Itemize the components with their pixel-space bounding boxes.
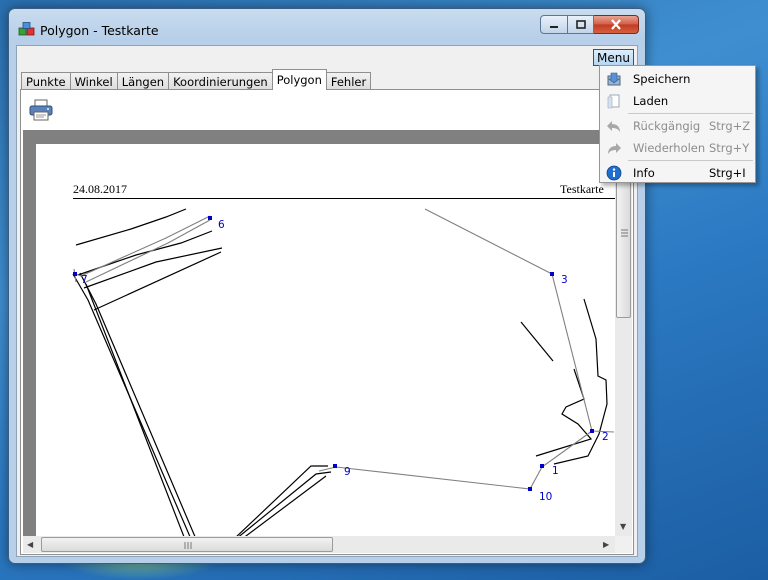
map-line — [83, 247, 223, 289]
menu-item-label: Rückgängig — [633, 119, 701, 133]
menu-item-speichern[interactable]: Speichern — [600, 68, 755, 90]
map-drawing: 1 2 3 6 7 9 10 — [72, 208, 615, 536]
traverse-points — [73, 216, 594, 491]
menu-item-label: Speichern — [633, 72, 691, 86]
menu-item-shortcut: Strg+I — [709, 166, 746, 180]
grip-icon — [621, 229, 628, 237]
map-line — [244, 475, 327, 536]
client-area: Menu Punkte Winkel Längen Koordinierunge… — [16, 45, 638, 557]
main-window: Polygon - Testkarte Menu Punkte Winkel L… — [8, 8, 646, 564]
map-line — [75, 208, 187, 246]
traverse-point-label: 6 — [218, 219, 225, 231]
window-title: Polygon - Testkarte — [40, 23, 159, 38]
map-line — [236, 465, 328, 536]
map-line — [72, 273, 191, 536]
traverse-point-label: 3 — [561, 274, 568, 286]
menu-item-label: Info — [633, 166, 655, 180]
tab-winkel[interactable]: Winkel — [69, 72, 118, 90]
maximize-button[interactable] — [568, 15, 594, 34]
menu-item-label: Laden — [633, 94, 669, 108]
print-button[interactable] — [27, 96, 55, 124]
menu-separator — [628, 113, 753, 114]
caption-buttons — [540, 15, 639, 34]
menu-item-laden[interactable]: Laden — [600, 90, 755, 112]
polygon-edge — [85, 219, 211, 283]
tab-strip: Punkte Winkel Längen Koordinierungen Pol… — [21, 69, 372, 90]
traverse-point-label: 1 — [552, 465, 559, 477]
traverse-point-marker — [590, 429, 594, 433]
horizontal-scrollbar[interactable]: ◀ ▶ — [23, 536, 615, 553]
close-button[interactable] — [594, 15, 639, 34]
save-icon — [606, 71, 622, 87]
polygon-traverse — [73, 208, 615, 490]
traverse-point-label: 10 — [539, 491, 552, 503]
app-cubes-icon — [18, 22, 35, 36]
redo-icon — [606, 140, 622, 156]
info-icon — [606, 165, 622, 181]
traverse-point-marker — [333, 464, 337, 468]
polygon-edge — [318, 430, 593, 490]
scroll-down-arrow-icon[interactable]: ▼ — [620, 522, 626, 531]
toolbar — [23, 92, 623, 128]
tab-punkte[interactable]: Punkte — [21, 72, 71, 90]
menu-item-info[interactable]: Info Strg+I — [600, 162, 755, 184]
menu-item-shortcut: Strg+Z — [709, 119, 751, 133]
undo-icon — [606, 118, 622, 134]
menu-item-rueckgaengig[interactable]: Rückgängig Strg+Z — [600, 115, 755, 137]
menu-dropdown: Speichern Laden Rückgängig Strg+Z Wieder… — [599, 65, 756, 183]
printer-icon — [29, 99, 53, 121]
tab-laengen[interactable]: Längen — [116, 72, 170, 90]
polygon-edge — [424, 208, 615, 433]
print-preview-viewport[interactable]: 24.08.2017 Testkarte 1 2 3 6 7 9 10 — [23, 130, 615, 536]
scroll-left-arrow-icon[interactable]: ◀ — [27, 540, 33, 549]
minimize-button[interactable] — [540, 15, 568, 34]
traverse-point-marker — [528, 487, 532, 491]
grip-icon — [184, 542, 192, 549]
map-line — [238, 471, 332, 536]
menu-item-shortcut: Strg+Y — [709, 141, 750, 155]
traverse-point-marker — [550, 272, 554, 276]
polygon-tab-panel: 24.08.2017 Testkarte 1 2 3 6 7 9 10 ▼ ◀ … — [20, 89, 634, 555]
preview-page: 24.08.2017 Testkarte 1 2 3 6 7 9 10 — [36, 144, 615, 536]
horizontal-scroll-thumb[interactable] — [41, 537, 333, 552]
menu-button[interactable]: Menu — [593, 49, 634, 66]
traverse-point-marker — [540, 464, 544, 468]
scroll-right-arrow-icon[interactable]: ▶ — [603, 540, 609, 549]
vertical-scrollbar[interactable]: ▲ ▼ — [615, 130, 632, 536]
minimize-icon — [550, 25, 558, 28]
menu-item-wiederholen[interactable]: Wiederholen Strg+Y — [600, 137, 755, 159]
close-icon — [611, 19, 621, 30]
load-icon — [606, 93, 622, 109]
map-line — [93, 251, 222, 311]
tab-polygon[interactable]: Polygon — [271, 69, 327, 90]
menu-item-label: Wiederholen — [633, 141, 706, 155]
map-line — [520, 321, 554, 362]
title-bar[interactable]: Polygon - Testkarte — [9, 9, 645, 45]
traverse-point-label: 2 — [602, 431, 609, 443]
traverse-point-label: 9 — [344, 466, 351, 478]
menu-separator — [628, 160, 753, 161]
map-boundary-lines — [72, 208, 608, 536]
traverse-point-label: 7 — [81, 274, 88, 286]
tab-fehler[interactable]: Fehler — [325, 72, 372, 90]
maximize-icon — [575, 20, 586, 29]
tab-koordinierungen[interactable]: Koordinierungen — [168, 72, 273, 90]
scrollbar-corner — [615, 536, 632, 553]
map-line — [535, 368, 593, 457]
traverse-point-marker — [73, 272, 77, 276]
traverse-point-marker — [208, 216, 212, 220]
